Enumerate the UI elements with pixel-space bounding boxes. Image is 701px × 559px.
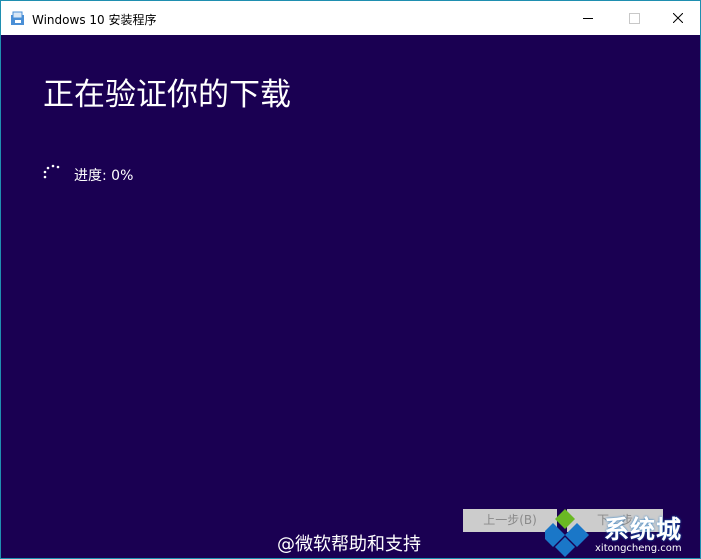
close-icon (673, 13, 683, 23)
site-logo-url: xitongcheng.com (595, 543, 682, 554)
back-button[interactable]: 上一步(B) (463, 509, 557, 532)
minimize-button[interactable] (565, 1, 611, 35)
site-logo-title: 系统城 (604, 515, 683, 544)
maximize-button[interactable] (611, 1, 657, 35)
weibo-watermark: @微软帮助和支持 (277, 534, 421, 555)
loading-spinner-icon (43, 164, 60, 179)
page-title: 正在验证你的下载 (43, 77, 291, 113)
title-bar[interactable]: Windows 10 安装程序 (1, 1, 700, 35)
setup-window: Windows 10 安装程序 正在验证你的下载 进度: 0% 上一步(B) 下… (0, 0, 701, 559)
close-button[interactable] (655, 1, 700, 35)
progress-text: 进度: 0% (74, 168, 134, 184)
setup-app-icon (11, 11, 24, 25)
window-title: Windows 10 安装程序 (32, 13, 157, 27)
